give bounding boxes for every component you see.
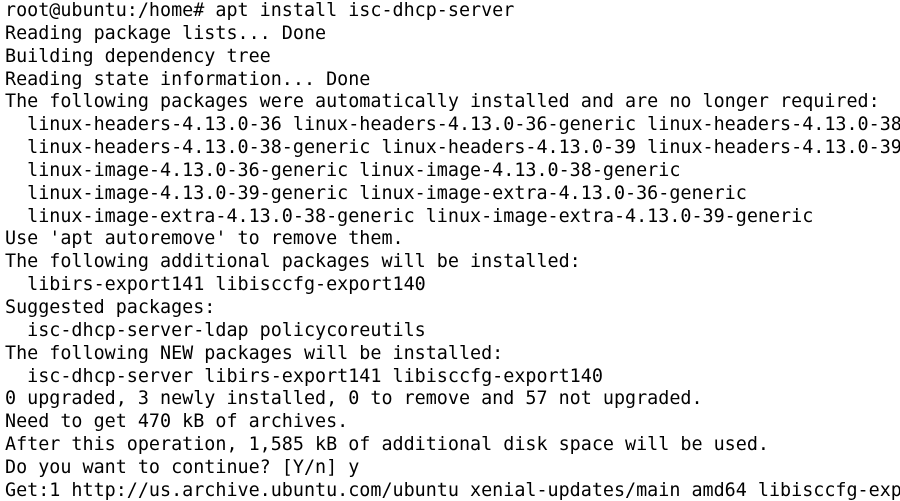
terminal-line: The following packages were automaticall…: [5, 91, 880, 113]
terminal-line: linux-image-4.13.0-39-generic linux-imag…: [5, 182, 747, 204]
terminal-line: Building dependency tree: [5, 45, 271, 67]
terminal-line: linux-image-extra-4.13.0-38-generic linu…: [5, 205, 814, 227]
terminal-line: libirs-export141 libisccfg-export140: [5, 274, 426, 296]
terminal-line: Need to get 470 kB of archives.: [5, 411, 349, 433]
terminal-line: The following additional packages will b…: [5, 251, 581, 273]
terminal-line: After this operation, 1,585 kB of additi…: [5, 434, 769, 456]
terminal-line: Suggested packages:: [5, 296, 216, 318]
terminal-line: Reading package lists... Done: [5, 22, 327, 44]
terminal-line: Get:1 http://us.archive.ubuntu.com/ubunt…: [5, 479, 900, 501]
terminal-line: The following NEW packages will be insta…: [5, 342, 504, 364]
terminal-line: Reading state information... Done: [5, 68, 371, 90]
terminal-line-confirm-prompt: Do you want to continue? [Y/n] y: [5, 456, 360, 478]
terminal-line: isc-dhcp-server-ldap policycoreutils: [5, 319, 426, 341]
terminal-line: isc-dhcp-server libirs-export141 libiscc…: [5, 365, 603, 387]
terminal-window[interactable]: root@ubuntu:/home# apt install isc-dhcp-…: [0, 0, 900, 501]
terminal-line: Use 'apt autoremove' to remove them.: [5, 228, 404, 250]
terminal-line: linux-image-4.13.0-36-generic linux-imag…: [5, 159, 681, 181]
terminal-line: linux-headers-4.13.0-36 linux-headers-4.…: [5, 114, 900, 136]
terminal-line: 0 upgraded, 3 newly installed, 0 to remo…: [5, 388, 703, 410]
terminal-line-prompt: root@ubuntu:/home# apt install isc-dhcp-…: [5, 0, 515, 21]
terminal-line: linux-headers-4.13.0-38-generic linux-he…: [5, 137, 900, 159]
